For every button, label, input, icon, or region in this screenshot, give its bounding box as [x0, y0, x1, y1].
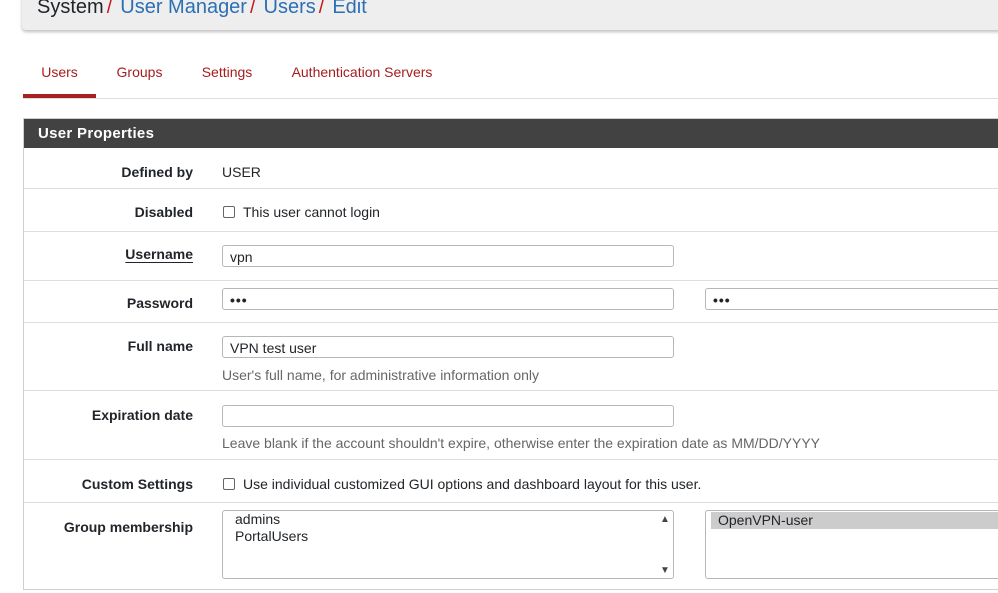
scroll-down-icon[interactable]: ▼	[660, 565, 670, 576]
breadcrumb-edit-link[interactable]: Edit	[332, 0, 366, 18]
password-masked-value: •••	[230, 292, 248, 308]
custom-settings-label: Custom Settings	[81, 476, 193, 492]
disabled-checkbox-group: This user cannot login	[223, 204, 380, 220]
expiration-date-label: Expiration date	[91, 407, 193, 423]
row-group-membership: Group membership admins PortalUsers ▲ ▼ …	[24, 503, 998, 593]
username-label: Username	[125, 246, 193, 262]
custom-settings-checkbox-label[interactable]: Use individual customized GUI options an…	[243, 476, 701, 492]
custom-settings-checkbox[interactable]	[223, 478, 235, 490]
panel-title: User Properties	[24, 119, 998, 148]
password-confirm-masked-value: •••	[713, 292, 731, 308]
expiration-date-input[interactable]	[222, 405, 674, 427]
username-input[interactable]: vpn	[222, 245, 674, 267]
available-groups-listbox[interactable]: admins PortalUsers ▲ ▼	[222, 510, 674, 579]
disabled-checkbox-label[interactable]: This user cannot login	[243, 204, 380, 220]
list-item[interactable]: PortalUsers	[223, 528, 673, 545]
row-expiration-date: Expiration date Leave blank if the accou…	[24, 391, 998, 460]
row-disabled: Disabled This user cannot login	[24, 189, 998, 232]
password-label: Password	[126, 295, 193, 311]
disabled-checkbox[interactable]	[223, 206, 235, 218]
breadcrumb-separator: /	[106, 0, 113, 18]
password-confirm-input[interactable]: •••	[705, 288, 998, 310]
password-input[interactable]: •••	[222, 288, 674, 310]
tab-bar: Users Groups Settings Authentication Ser…	[23, 48, 998, 99]
tab-groups[interactable]: Groups	[106, 48, 173, 97]
full-name-help: User's full name, for administrative inf…	[222, 367, 540, 383]
breadcrumb: System / User Manager / Users / Edit	[37, 0, 367, 20]
breadcrumb-user-manager-link[interactable]: User Manager	[120, 0, 247, 18]
scroll-up-icon[interactable]: ▲	[660, 514, 670, 525]
row-defined-by: Defined by USER	[24, 148, 998, 189]
defined-by-value: USER	[222, 164, 261, 180]
tab-authentication-servers[interactable]: Authentication Servers	[282, 48, 442, 97]
row-full-name: Full name VPN test user User's full name…	[24, 323, 998, 391]
group-membership-label: Group membership	[63, 519, 193, 535]
disabled-label: Disabled	[134, 204, 193, 220]
breadcrumb-separator: /	[318, 0, 325, 18]
tab-settings[interactable]: Settings	[191, 48, 263, 97]
user-properties-panel: User Properties Defined by USER Disabled…	[23, 118, 998, 590]
breadcrumb-system: System	[37, 0, 104, 18]
list-item[interactable]: OpenVPN-user	[711, 512, 998, 529]
listbox-scrollbar[interactable]: ▲ ▼	[657, 511, 673, 578]
row-password: Password ••• •••	[24, 281, 998, 323]
row-custom-settings: Custom Settings Use individual customize…	[24, 460, 998, 503]
breadcrumb-separator: /	[249, 0, 256, 18]
full-name-input[interactable]: VPN test user	[222, 336, 674, 358]
defined-by-label: Defined by	[121, 164, 193, 180]
member-of-listbox[interactable]: OpenVPN-user	[705, 510, 998, 579]
row-username: Username vpn	[24, 232, 998, 281]
expiration-date-help: Leave blank if the account shouldn't exp…	[222, 435, 821, 451]
custom-settings-checkbox-group: Use individual customized GUI options an…	[223, 476, 701, 492]
list-item[interactable]: admins	[223, 511, 673, 528]
full-name-label: Full name	[127, 338, 193, 354]
tab-users[interactable]: Users	[23, 48, 96, 98]
breadcrumb-users-link[interactable]: Users	[264, 0, 316, 18]
